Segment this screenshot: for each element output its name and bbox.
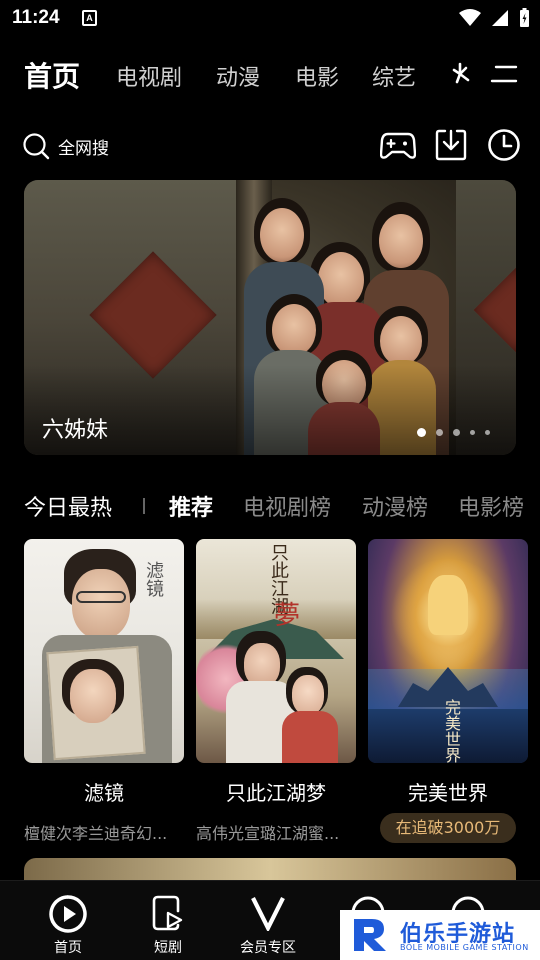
search-label: 全网搜 xyxy=(58,138,109,159)
wifi-icon xyxy=(459,9,481,26)
video-card[interactable]: 完美世界 完美世界 在追破3000万 xyxy=(368,539,528,843)
banner-title: 六姊妹 xyxy=(42,418,109,443)
trending-badge: 在追破3000万 xyxy=(380,813,516,843)
watermark: 伯乐手游站 BOLE MOBILE GAME STATION xyxy=(340,910,540,960)
short-video-icon xyxy=(152,895,183,931)
section-title: 今日最热 xyxy=(24,496,113,521)
card-poster: 滤镜 xyxy=(24,539,184,763)
sport-icon[interactable] xyxy=(450,62,474,86)
bottom-nav-label: 首页 xyxy=(54,940,82,956)
section-divider xyxy=(143,498,145,514)
card-title: 只此江湖梦 xyxy=(226,781,326,805)
tab-tv-ranking[interactable]: 电视剧榜 xyxy=(243,490,331,522)
tab-anime[interactable]: 动漫 xyxy=(216,60,260,92)
card-title: 完美世界 xyxy=(408,781,488,805)
card-subtitle: 高伟光宣璐江湖蜜... xyxy=(196,824,340,843)
bottom-nav-label: 会员专区 xyxy=(240,940,296,956)
bottom-nav-short[interactable]: 短剧 xyxy=(128,895,208,956)
carousel-dot[interactable] xyxy=(417,428,426,437)
carousel-dot[interactable] xyxy=(436,429,443,436)
download-icon[interactable] xyxy=(435,128,467,162)
tab-movie-ranking[interactable]: 电影榜 xyxy=(458,490,524,522)
carousel-dot[interactable] xyxy=(453,429,460,436)
top-nav: 首页 电视剧 动漫 电影 综艺 xyxy=(0,50,540,98)
notification-icon: A xyxy=(82,10,97,26)
card-poster: 完美世界 xyxy=(368,539,528,763)
card-subtitle: 檀健次李兰迪奇幻... xyxy=(24,824,168,843)
bottom-nav-home[interactable]: 首页 xyxy=(28,895,108,956)
carousel-dot[interactable] xyxy=(470,430,475,435)
watermark-logo-icon xyxy=(354,919,386,951)
carousel-dot[interactable] xyxy=(485,430,490,435)
status-time: 11:24 xyxy=(12,7,60,28)
section-tabs: 今日最热 推荐 电视剧榜 动漫榜 电影榜 xyxy=(0,488,540,524)
home-play-icon xyxy=(49,895,87,933)
vip-v-icon xyxy=(251,897,285,931)
video-card[interactable]: 只此江湖 夢 只此江湖梦 高伟光宣璐江湖蜜... xyxy=(196,539,356,843)
history-clock-icon[interactable] xyxy=(487,128,521,162)
bottom-nav-label: 短剧 xyxy=(154,940,182,956)
tab-movies[interactable]: 电影 xyxy=(295,60,339,92)
gamepad-icon[interactable] xyxy=(380,128,416,162)
tab-anime-ranking[interactable]: 动漫榜 xyxy=(362,490,428,522)
search-icon xyxy=(23,133,50,160)
hero-banner[interactable]: 六姊妹 xyxy=(24,180,516,455)
bottom-nav-vip[interactable]: 会员专区 xyxy=(228,895,308,956)
tab-tv-series[interactable]: 电视剧 xyxy=(116,60,182,92)
card-poster: 只此江湖 夢 xyxy=(196,539,356,763)
tab-variety[interactable]: 综艺 xyxy=(372,60,416,92)
carousel-indicator xyxy=(417,428,490,437)
card-title: 滤镜 xyxy=(84,781,124,805)
signal-icon xyxy=(492,10,508,26)
tab-home[interactable]: 首页 xyxy=(24,55,80,95)
search-row: 全网搜 xyxy=(0,126,540,166)
tab-recommend[interactable]: 推荐 xyxy=(169,490,213,522)
status-bar: 11:24 A xyxy=(0,0,540,38)
menu-icon[interactable] xyxy=(490,64,518,84)
video-card[interactable]: 滤镜 滤镜 檀健次李兰迪奇幻... xyxy=(24,539,184,843)
status-icons xyxy=(459,8,530,28)
watermark-subtitle: BOLE MOBILE GAME STATION xyxy=(400,943,529,952)
search-button[interactable]: 全网搜 xyxy=(22,132,109,160)
battery-charging-icon xyxy=(520,8,529,27)
